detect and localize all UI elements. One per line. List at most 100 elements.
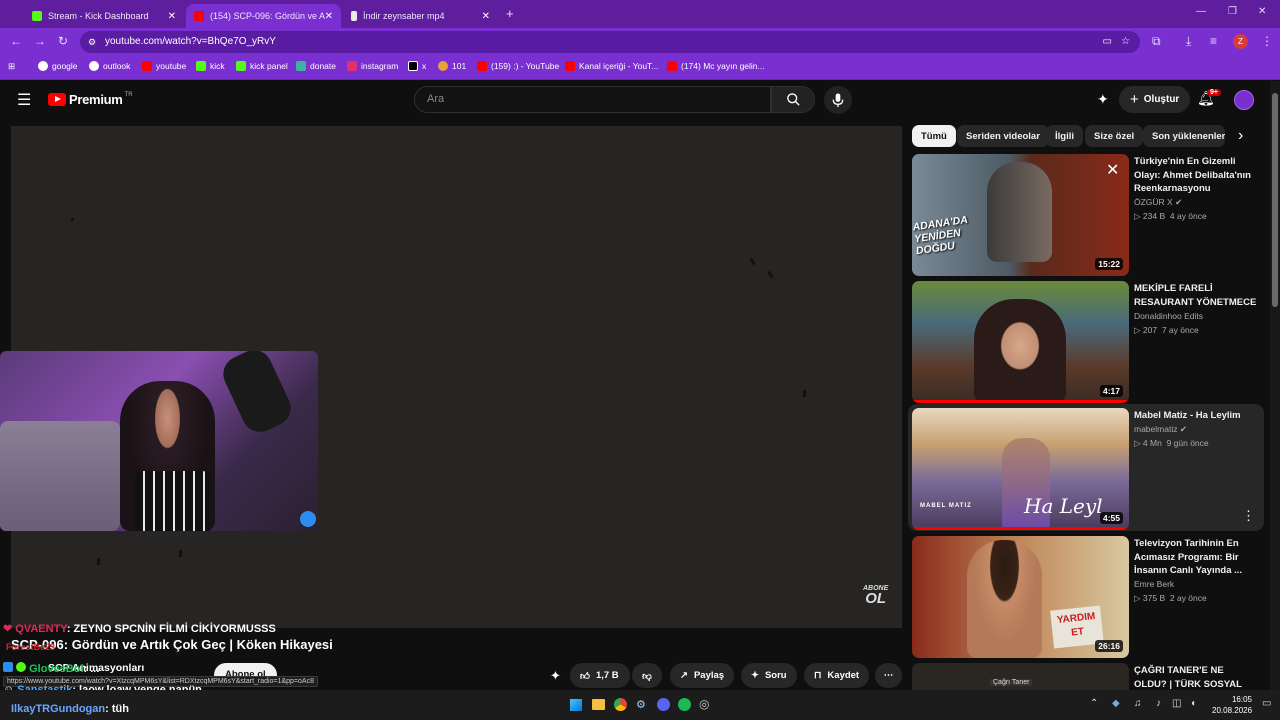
tab-youtube-scp[interactable]: (154) SCP-096: Gördün ve Artık ✕ <box>186 4 341 28</box>
tray-app-icon[interactable]: ◆ <box>1112 698 1120 709</box>
youtube-logo[interactable]: Premium TR <box>48 92 133 107</box>
recommendation-item[interactable]: 4:17 MEKİPLE FARELİ RESAURANT YÖNETMECE … <box>912 281 1262 403</box>
video-title[interactable]: Türkiye'nin En Gizemli Olayı: Ahmet Deli… <box>1134 155 1258 196</box>
chrome-icon[interactable] <box>614 698 627 711</box>
bookmark-google[interactable]: google <box>38 61 78 71</box>
windows-start-icon[interactable] <box>570 699 582 711</box>
bookmarks-bar: ⊞ google outlook youtube kick kick panel… <box>0 56 1280 80</box>
video-title[interactable]: ÇAĞRI TANER'E NE OLDU? | TÜRK SOSYAL MED… <box>1134 664 1258 690</box>
recommendation-item[interactable]: Çağrı Taner ÇAĞRI TANER'E NE OLDU? | TÜR… <box>912 663 1262 690</box>
bookmark-x[interactable]: x <box>408 61 426 71</box>
more-actions-button[interactable]: ⋯ <box>875 663 902 688</box>
chip-related[interactable]: İlgili <box>1046 125 1083 147</box>
recommendation-item[interactable]: MABEL MATIZ Ha Leyl 4:55 Mabel Matiz - H… <box>912 408 1262 530</box>
duration-badge: 26:16 <box>1095 640 1123 652</box>
close-icon[interactable]: ✕ <box>482 11 490 22</box>
file-explorer-icon[interactable] <box>592 699 605 710</box>
bookmark-outlook[interactable]: outlook <box>89 61 130 71</box>
video-thumbnail[interactable]: YARDIM ET 26:16 <box>912 536 1129 658</box>
forward-icon[interactable]: → <box>34 34 46 48</box>
chip-series[interactable]: Seriden videolar <box>957 125 1049 147</box>
spotify-icon[interactable] <box>678 698 691 711</box>
new-tab-button[interactable]: + <box>506 6 514 21</box>
video-title[interactable]: Mabel Matiz - Ha Leylim <box>1134 409 1258 423</box>
account-avatar[interactable] <box>1234 90 1254 110</box>
menu-icon[interactable]: ⋮ <box>1261 34 1273 48</box>
like-button[interactable]: 👍︎ 1,7 B <box>570 663 630 688</box>
site-info-icon[interactable]: ⚙ <box>88 31 96 53</box>
dislike-button[interactable]: 👎︎ <box>632 663 662 688</box>
video-meta: ▷ 375 B 2 ay önce <box>1134 593 1207 603</box>
more-horizontal-icon: ⋯ <box>883 670 894 681</box>
search-input[interactable]: Ara <box>414 86 771 113</box>
search-button[interactable] <box>771 86 815 113</box>
bookmark-donate[interactable]: donate <box>296 61 336 71</box>
mic-tray-icon[interactable]: ♪ <box>1156 698 1161 709</box>
recommendation-item[interactable]: YARDIM ET 26:16 Televizyon Tarihinin En … <box>912 536 1262 658</box>
minimize-button[interactable]: — <box>1196 6 1206 17</box>
close-icon[interactable]: ✕ <box>168 11 176 22</box>
extensions-icon[interactable]: ⧉ <box>1152 34 1161 49</box>
more-options-icon[interactable]: ⋮ <box>1242 508 1255 524</box>
bookmark-youtube-159[interactable]: (159) :) - YouTube <box>477 61 559 71</box>
bookmark-kick[interactable]: kick <box>196 61 225 71</box>
bookmark-star-icon[interactable]: ☆ <box>1121 31 1130 53</box>
share-button[interactable]: ↗ Paylaş <box>670 663 735 688</box>
video-thumbnail[interactable]: ADANA'DA YENİDEN DOĞDU ✕ 15:22 <box>912 154 1129 276</box>
steam-icon[interactable]: ⚙ <box>636 698 646 711</box>
tab-kick-dashboard[interactable]: Stream - Kick Dashboard ✕ <box>24 4 184 28</box>
chevron-right-icon[interactable]: › <box>1238 127 1243 145</box>
page-scrollbar[interactable] <box>1270 81 1280 690</box>
cast-icon[interactable]: ▭ <box>1103 31 1112 53</box>
clock[interactable]: 16:05 20.08.2026 <box>1212 694 1252 716</box>
save-button[interactable]: ⊓ Kaydet <box>804 663 870 688</box>
channel-name[interactable]: mabelmatiz ✔ <box>1134 424 1187 435</box>
recommendation-item[interactable]: ADANA'DA YENİDEN DOĞDU ✕ 15:22 Türkiye'n… <box>912 154 1262 276</box>
discord-icon[interactable] <box>657 698 670 711</box>
network-icon[interactable]: ◫ <box>1172 698 1181 709</box>
ask-button[interactable]: ✦ Soru <box>741 663 797 688</box>
channel-name[interactable]: Donaldinhoo Edits <box>1134 311 1203 321</box>
obs-icon[interactable]: ◎ <box>699 697 709 711</box>
subscribe-watermark[interactable]: ABONE OL <box>863 585 888 606</box>
media-icon[interactable]: ≡ <box>1210 34 1217 48</box>
bookmark-mc[interactable]: (174) Mc yayın gelin... <box>667 61 765 71</box>
hamburger-menu-icon[interactable]: ☰ <box>17 90 31 110</box>
restore-button[interactable]: ❐ <box>1228 6 1237 17</box>
bookmark-kanal[interactable]: Kanal içeriği - YouT... <box>565 61 658 71</box>
bookmark-101[interactable]: 101 <box>438 61 466 71</box>
url-bar[interactable]: ⚙ youtube.com/watch?v=BhQe7O_yRvY ▭ ☆ <box>80 31 1140 53</box>
headset-icon[interactable]: ♫ <box>1134 698 1142 709</box>
close-window-button[interactable]: ✕ <box>1258 6 1266 17</box>
back-icon[interactable]: ← <box>10 34 22 48</box>
bookmark-youtube[interactable]: youtube <box>142 61 186 71</box>
reload-icon[interactable]: ↻ <box>58 34 68 48</box>
profile-avatar[interactable]: Z <box>1233 34 1248 49</box>
chip-for-you[interactable]: Size özel <box>1085 125 1144 147</box>
chip-recent[interactable]: Son yüklenenler <box>1143 125 1225 147</box>
video-title[interactable]: MEKİPLE FARELİ RESAURANT YÖNETMECE <box>1134 282 1258 309</box>
premium-sparkle-icon[interactable]: ✦ <box>1097 91 1109 108</box>
video-title[interactable]: Televizyon Tarihinin En Acımasız Program… <box>1134 537 1258 578</box>
apps-icon[interactable]: ⊞ <box>8 61 15 72</box>
video-thumbnail[interactable]: Çağrı Taner <box>912 663 1129 690</box>
volume-icon[interactable]: ◖ <box>1190 698 1196 709</box>
notification-center-icon[interactable]: ▭ <box>1262 698 1271 709</box>
scrollbar-thumb[interactable] <box>1272 93 1278 307</box>
youtube-icon <box>565 61 575 71</box>
voice-search-button[interactable] <box>824 86 852 114</box>
channel-name[interactable]: ÖZGÜR X ✔ <box>1134 197 1182 208</box>
video-thumbnail[interactable]: MABEL MATIZ Ha Leyl 4:55 <box>912 408 1129 530</box>
chip-all[interactable]: Tümü <box>912 125 956 147</box>
bookmark-instagram[interactable]: instagram <box>347 61 398 71</box>
tray-chevron-up-icon[interactable]: ⌃ <box>1090 698 1098 709</box>
download-icon[interactable]: ⤓ <box>1186 34 1191 49</box>
channel-name[interactable]: Emre Berk <box>1134 579 1174 589</box>
video-thumbnail[interactable]: 4:17 <box>912 281 1129 403</box>
tab-indir[interactable]: İndir zeynsaber mp4 ✕ <box>343 4 498 28</box>
create-button[interactable]: + Oluştur <box>1119 86 1191 113</box>
premium-sparkle-icon[interactable]: ✦ <box>550 668 561 684</box>
bookmark-kick-panel[interactable]: kick panel <box>236 61 288 71</box>
kick-icon <box>196 61 206 71</box>
close-icon[interactable]: ✕ <box>325 11 333 22</box>
